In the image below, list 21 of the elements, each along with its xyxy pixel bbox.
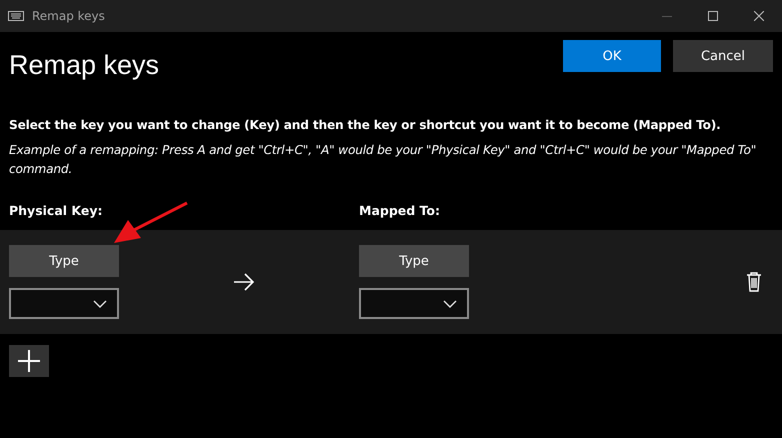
keyboard-icon <box>8 11 24 21</box>
plus-icon <box>18 350 40 372</box>
key-dropdown[interactable] <box>9 288 119 319</box>
cancel-button[interactable]: Cancel <box>673 40 773 72</box>
chevron-down-icon <box>443 300 457 308</box>
arrow-right-icon <box>233 273 255 291</box>
close-icon[interactable] <box>754 11 764 21</box>
column-header: Mapped To: <box>359 203 440 218</box>
column-header: Physical Key: <box>9 203 103 218</box>
add-button[interactable] <box>9 345 49 377</box>
maximize-icon[interactable] <box>708 11 718 21</box>
type-button[interactable]: Type <box>359 245 469 277</box>
page-title: Remap keys <box>9 50 160 81</box>
type-button[interactable]: Type <box>9 245 119 277</box>
chevron-down-icon <box>93 300 107 308</box>
ok-button[interactable]: OK <box>563 40 661 72</box>
window-title: Remap keys <box>32 9 106 23</box>
instruction-text: Select the key you want to change (Key) and then the key or shortcut you want it to become (Mapped To). <box>9 118 722 132</box>
key-dropdown[interactable] <box>359 288 469 319</box>
example-text: Example of a remapping: Press A and get "Ctrl+C", "A" would be your "Physical Key" and "Ctrl+C" would be your "Mapped To" command. <box>9 142 758 178</box>
trash-icon[interactable] <box>746 272 762 292</box>
